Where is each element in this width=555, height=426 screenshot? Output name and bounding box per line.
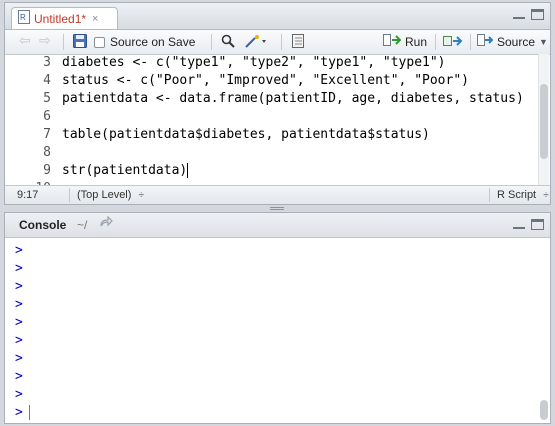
run-button[interactable]: Run bbox=[383, 34, 427, 49]
console-output[interactable]: > > > > > > > > > > bbox=[5, 238, 550, 423]
line-number: 6 bbox=[43, 109, 51, 124]
chevron-updown-icon: ÷ bbox=[138, 190, 144, 201]
search-icon[interactable] bbox=[221, 34, 235, 48]
maximize-icon[interactable] bbox=[531, 219, 544, 230]
toolbar-divider bbox=[63, 34, 64, 50]
run-icon bbox=[383, 34, 402, 49]
close-icon[interactable]: × bbox=[92, 13, 98, 25]
console-prompt: > bbox=[15, 261, 23, 276]
code-line[interactable]: 5 patientdata <- data.frame(patientID, ag… bbox=[5, 90, 550, 108]
toolbar-divider bbox=[281, 34, 282, 50]
editor-toolbar: ⇦ ⇨ Source on Save Run Source ▼ bbox=[5, 30, 550, 55]
source-on-save-checkbox[interactable] bbox=[94, 37, 105, 48]
code-line[interactable]: 9 str(patientdata) bbox=[5, 162, 550, 180]
code-text: patientdata <- data.frame(patientID, age… bbox=[62, 91, 524, 106]
code-line[interactable]: 8 bbox=[5, 144, 550, 162]
status-divider bbox=[69, 188, 70, 202]
console-prompt: > bbox=[15, 387, 23, 402]
console-prompt: > bbox=[15, 297, 23, 312]
code-line[interactable]: 7 table(patientdata$diabetes, patientdata… bbox=[5, 126, 550, 144]
console-scrollbar[interactable] bbox=[539, 238, 549, 423]
console-prompt: > bbox=[15, 369, 23, 384]
status-divider bbox=[489, 188, 490, 202]
file-type-label: R Script bbox=[497, 189, 537, 201]
text-cursor bbox=[187, 163, 189, 178]
editor-tab[interactable]: R Untitled1* × bbox=[11, 7, 118, 29]
console-pane: Console ~/ > > > > > > > > > > bbox=[4, 212, 551, 424]
console-prompt: > bbox=[15, 333, 23, 348]
code-text: table(patientdata$diabetes, patientdata$… bbox=[62, 127, 430, 142]
line-number: 9 bbox=[43, 163, 51, 178]
code-line[interactable]: 3 diabetes <- c("type1", "type2", "type1"… bbox=[5, 54, 550, 72]
code-line[interactable]: 6 bbox=[5, 108, 550, 126]
scope-label: (Top Level) bbox=[77, 189, 132, 201]
code-text: diabetes <- c("type1", "type2", "type1",… bbox=[62, 55, 446, 70]
console-prompt: > bbox=[15, 243, 23, 258]
chevron-updown-icon: ÷ bbox=[543, 190, 549, 201]
chevron-down-icon[interactable]: ▼ bbox=[539, 37, 548, 47]
source-on-save-label: Source on Save bbox=[110, 35, 196, 49]
source-button[interactable]: Source ▼ bbox=[477, 34, 548, 49]
source-label: Source bbox=[497, 34, 536, 49]
forward-arrow-icon[interactable]: ⇨ bbox=[39, 32, 51, 49]
code-text: status <- c("Poor", "Improved", "Excelle… bbox=[62, 73, 469, 88]
working-directory: ~/ bbox=[77, 218, 88, 232]
save-icon[interactable] bbox=[73, 34, 87, 48]
code-line[interactable]: 4 status <- c("Poor", "Improved", "Excell… bbox=[5, 72, 550, 90]
cursor-position: 9:17 bbox=[17, 189, 39, 201]
console-prompt: > bbox=[15, 351, 23, 366]
editor-scrollbar-thumb[interactable] bbox=[540, 84, 548, 159]
console-prompt: > bbox=[15, 279, 23, 294]
console-header: Console ~/ bbox=[5, 213, 550, 238]
editor-tab-bar: R Untitled1* × bbox=[5, 3, 550, 30]
toolbar-divider bbox=[470, 34, 471, 50]
line-number: 7 bbox=[43, 127, 51, 142]
console-prompt: > bbox=[15, 315, 23, 330]
toolbar-divider bbox=[435, 34, 436, 50]
console-input-caret bbox=[28, 405, 30, 420]
file-type-selector[interactable]: R Script ÷ bbox=[497, 189, 549, 201]
pane-splitter[interactable] bbox=[270, 205, 284, 212]
magic-wand-icon[interactable] bbox=[245, 34, 267, 48]
line-number: 4 bbox=[43, 73, 51, 88]
forward-icon[interactable] bbox=[99, 215, 113, 231]
back-arrow-icon[interactable]: ⇦ bbox=[19, 32, 31, 49]
editor-scrollbar[interactable] bbox=[538, 54, 549, 185]
minimize-icon[interactable] bbox=[513, 219, 525, 229]
document-r-icon: R bbox=[18, 10, 30, 27]
run-label: Run bbox=[405, 34, 428, 49]
toolbar-divider bbox=[211, 34, 212, 50]
console-pane-controls bbox=[513, 219, 544, 230]
line-number: 3 bbox=[43, 55, 51, 70]
console-title: Console bbox=[19, 218, 67, 232]
editor-pane-controls bbox=[513, 9, 544, 20]
minimize-icon[interactable] bbox=[513, 9, 525, 19]
console-scrollbar-thumb[interactable] bbox=[540, 400, 548, 420]
line-number: 5 bbox=[43, 91, 51, 106]
maximize-icon[interactable] bbox=[531, 9, 544, 20]
editor-status-bar: 9:17 (Top Level) ÷ R Script ÷ bbox=[5, 185, 550, 204]
editor-tab-title: Untitled1* bbox=[34, 11, 87, 26]
line-number: 8 bbox=[43, 145, 51, 160]
code-text: str(patientdata) bbox=[62, 163, 189, 178]
code-editor[interactable]: 3 diabetes <- c("type1", "type2", "type1"… bbox=[5, 54, 550, 185]
source-icon bbox=[477, 34, 494, 49]
rerun-icon[interactable] bbox=[443, 34, 463, 48]
svg-text:R: R bbox=[20, 13, 26, 22]
console-prompt[interactable]: > bbox=[15, 404, 30, 422]
scope-selector[interactable]: (Top Level) ÷ bbox=[77, 189, 144, 201]
source-editor-pane: R Untitled1* × ⇦ ⇨ Source on Save Run So… bbox=[4, 2, 551, 205]
notebook-icon[interactable] bbox=[291, 34, 305, 48]
